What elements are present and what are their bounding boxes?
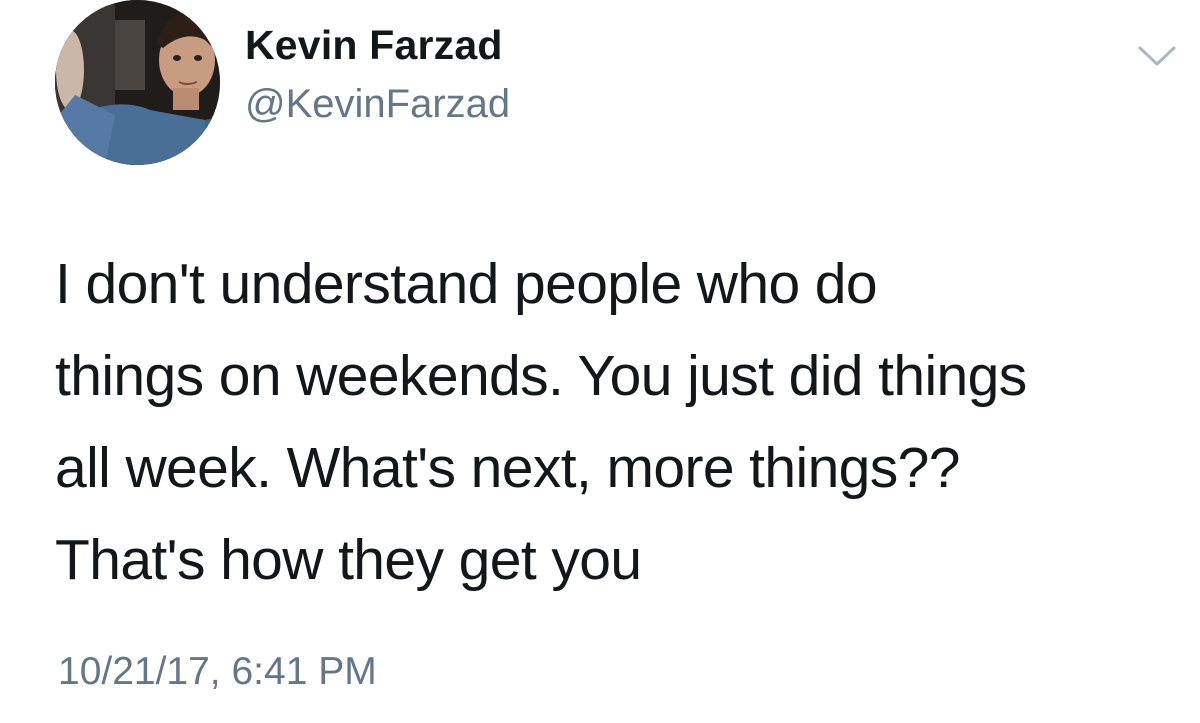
author-display-name[interactable]: Kevin Farzad — [245, 22, 503, 69]
tweet-text-line: all week. What's next, more things?? — [55, 436, 960, 500]
tweet-text-line: I don't understand people who do — [55, 252, 878, 316]
tweet-timestamp[interactable]: 10/21/17, 6:41 PM — [58, 650, 377, 694]
chevron-down-icon — [1138, 46, 1176, 66]
tweet-menu-button[interactable] — [1136, 40, 1178, 70]
tweet-card: Kevin Farzad @KevinFarzad I don't unders… — [0, 0, 1200, 723]
avatar[interactable] — [55, 0, 220, 165]
tweet-text: I don't understand people who do things … — [55, 238, 1175, 606]
tweet-text-line: That's how they get you — [55, 528, 642, 592]
author-handle[interactable]: @KevinFarzad — [245, 82, 510, 127]
tweet-text-line: things on weekends. You just did things — [55, 344, 1027, 408]
profile-photo-icon — [55, 0, 220, 165]
